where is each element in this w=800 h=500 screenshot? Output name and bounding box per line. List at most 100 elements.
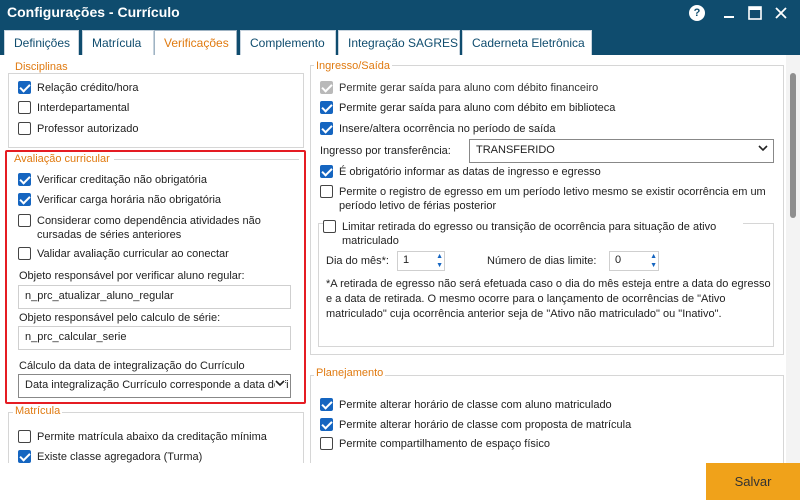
tab-caderneta-eletronica[interactable]: Caderneta Eletrônica bbox=[462, 30, 592, 55]
transferencia-label: Ingresso por transferência: bbox=[320, 145, 451, 157]
permite-matricula-abaixo-checkbox[interactable]: Permite matrícula abaixo da creditação m… bbox=[18, 430, 267, 444]
checkbox-label: Considerar como dependência atividades n… bbox=[37, 215, 261, 241]
limitar-note: *A retirada de egresso não será efetuada… bbox=[326, 278, 771, 320]
professor-autorizado-checkbox[interactable]: Professor autorizado bbox=[18, 122, 139, 136]
avaliacao-title: Avaliação curricular bbox=[14, 153, 110, 165]
dias-limite-label: Número de dias limite: bbox=[487, 255, 597, 267]
spinner-arrows-icon[interactable]: ▲ ▼ bbox=[650, 252, 657, 270]
obj-serie-label: Objeto responsável pelo calculo de série… bbox=[19, 312, 221, 324]
checkbox-label: Permite gerar saída para aluno com débit… bbox=[339, 102, 616, 114]
checkbox-box[interactable] bbox=[18, 101, 31, 114]
calc-integralizacao-label: Cálculo da data de integralização do Cur… bbox=[19, 360, 245, 372]
save-button[interactable]: Salvar bbox=[706, 463, 800, 500]
checkbox-label: Permite matrícula abaixo da creditação m… bbox=[37, 431, 267, 443]
dia-mes-spinner[interactable]: 1 ▲ ▼ bbox=[397, 251, 445, 271]
checkbox-box[interactable] bbox=[18, 193, 31, 206]
checkbox-label: Relação crédito/hora bbox=[37, 82, 139, 94]
checkbox-box[interactable] bbox=[320, 165, 333, 178]
planejamento-title: Planejamento bbox=[314, 367, 386, 379]
considerar-dependencia-checkbox[interactable]: Considerar como dependência atividades n… bbox=[18, 214, 278, 242]
checkbox-label: Permite compartilhamento de espaço físic… bbox=[339, 438, 550, 450]
tab-integracao-sagres[interactable]: Integração SAGRES bbox=[338, 30, 460, 55]
checkbox-label: Permite alterar horário de classe com al… bbox=[339, 399, 612, 411]
checkbox-box[interactable] bbox=[320, 437, 333, 450]
checkbox-box[interactable] bbox=[320, 398, 333, 411]
checkbox-label: É obrigatório informar as datas de ingre… bbox=[339, 166, 601, 178]
calc-integralizacao-select[interactable]: Data integralização Currículo correspond… bbox=[18, 374, 291, 398]
footer-bar bbox=[0, 463, 800, 500]
checkbox-box[interactable] bbox=[18, 173, 31, 186]
minimize-button[interactable] bbox=[720, 4, 738, 22]
checkbox-box[interactable] bbox=[18, 450, 31, 463]
checkbox-label: Limitar retirada do egresso ou transição… bbox=[342, 221, 717, 247]
tab-matricula[interactable]: Matrícula bbox=[82, 30, 154, 55]
alterar-horario-matriculado-checkbox[interactable]: Permite alterar horário de classe com al… bbox=[320, 398, 612, 412]
vertical-scrollbar[interactable] bbox=[786, 55, 800, 463]
help-icon: ? bbox=[689, 5, 705, 21]
scrollbar-thumb[interactable] bbox=[790, 73, 796, 218]
obrigatorio-datas-checkbox[interactable]: É obrigatório informar as datas de ingre… bbox=[320, 165, 601, 179]
maximize-icon bbox=[748, 6, 762, 20]
spinner-arrows-icon[interactable]: ▲ ▼ bbox=[436, 252, 443, 270]
registro-egresso-checkbox[interactable]: Permite o registro de egresso em um perí… bbox=[320, 185, 775, 213]
obj-serie-input[interactable]: n_prc_calcular_serie bbox=[18, 326, 291, 350]
disciplinas-title: Disciplinas bbox=[13, 61, 70, 73]
spinner-value: 0 bbox=[615, 254, 622, 266]
checkbox-box[interactable] bbox=[18, 430, 31, 443]
spinner-value: 1 bbox=[403, 254, 410, 266]
tab-complemento[interactable]: Complemento bbox=[240, 30, 336, 55]
checkbox-box[interactable] bbox=[18, 81, 31, 94]
verificar-carga-horaria-checkbox[interactable]: Verificar carga horária não obrigatória bbox=[18, 193, 221, 207]
checkbox-label: Permite o registro de egresso em um perí… bbox=[339, 186, 766, 212]
checkbox-box[interactable] bbox=[323, 220, 336, 233]
checkbox-label: Insere/altera ocorrência no período de s… bbox=[339, 123, 556, 135]
insere-ocorrencia-checkbox[interactable]: Insere/altera ocorrência no período de s… bbox=[320, 122, 555, 136]
matricula-title: Matrícula bbox=[13, 405, 63, 417]
minimize-icon bbox=[724, 16, 734, 18]
existe-classe-agregadora-checkbox[interactable]: Existe classe agregadora (Turma) bbox=[18, 450, 202, 464]
title-bar: Configurações - Currículo ? bbox=[0, 0, 800, 26]
window-title: Configurações - Currículo bbox=[7, 4, 180, 20]
checkbox-label: Verificar creditação não obrigatória bbox=[37, 174, 207, 186]
maximize-button[interactable] bbox=[746, 4, 764, 22]
relacao-credito-hora-checkbox[interactable]: Relação crédito/hora bbox=[18, 81, 139, 95]
checkbox-box[interactable] bbox=[320, 185, 333, 198]
limitar-retirada-checkbox[interactable]: Limitar retirada do egresso ou transição… bbox=[323, 220, 743, 248]
checkbox-box[interactable] bbox=[18, 122, 31, 135]
checkbox-box[interactable] bbox=[320, 101, 333, 114]
checkbox-label: Verificar carga horária não obrigatória bbox=[37, 194, 222, 206]
checkbox-box[interactable] bbox=[320, 81, 333, 94]
checkbox-label: Validar avaliação curricular ao conectar bbox=[37, 248, 229, 260]
checkbox-box[interactable] bbox=[18, 214, 31, 227]
validar-avaliacao-checkbox[interactable]: Validar avaliação curricular ao conectar bbox=[18, 247, 229, 261]
tab-definicoes[interactable]: Definições bbox=[4, 30, 79, 55]
chevron-down-icon bbox=[275, 378, 285, 391]
checkbox-label: Permite gerar saída para aluno com débit… bbox=[339, 82, 599, 94]
debito-biblioteca-checkbox[interactable]: Permite gerar saída para aluno com débit… bbox=[320, 101, 615, 115]
checkbox-label: Professor autorizado bbox=[37, 123, 139, 135]
checkbox-label: Permite alterar horário de classe com pr… bbox=[339, 419, 632, 431]
checkbox-label: Interdepartamental bbox=[37, 102, 130, 114]
debito-financeiro-checkbox[interactable]: Permite gerar saída para aluno com débit… bbox=[320, 81, 598, 95]
obj-regular-input[interactable]: n_prc_atualizar_aluno_regular bbox=[18, 285, 291, 309]
tab-verificacoes[interactable]: Verificações bbox=[154, 30, 237, 55]
select-value: TRANSFERIDO bbox=[476, 144, 555, 156]
content-area: Disciplinas Relação crédito/hora Interde… bbox=[0, 55, 800, 500]
avaliacao-divider bbox=[114, 159, 299, 160]
checkbox-box[interactable] bbox=[18, 247, 31, 260]
close-icon bbox=[775, 7, 787, 19]
select-value: Data integralização Currículo correspond… bbox=[25, 379, 289, 391]
transferencia-select[interactable]: TRANSFERIDO bbox=[469, 139, 774, 163]
close-button[interactable] bbox=[772, 4, 790, 22]
dias-limite-spinner[interactable]: 0 ▲ ▼ bbox=[609, 251, 659, 271]
alterar-horario-proposta-checkbox[interactable]: Permite alterar horário de classe com pr… bbox=[320, 418, 631, 432]
interdepartamental-checkbox[interactable]: Interdepartamental bbox=[18, 101, 129, 115]
checkbox-box[interactable] bbox=[320, 122, 333, 135]
verificar-creditacao-checkbox[interactable]: Verificar creditação não obrigatória bbox=[18, 173, 207, 187]
obj-regular-label: Objeto responsável por verificar aluno r… bbox=[19, 270, 245, 282]
compartilhamento-espaco-checkbox[interactable]: Permite compartilhamento de espaço físic… bbox=[320, 437, 550, 451]
tab-bar: Definições Matrícula Verificações Comple… bbox=[0, 26, 800, 55]
help-button[interactable]: ? bbox=[688, 4, 706, 22]
checkbox-box[interactable] bbox=[320, 418, 333, 431]
checkbox-label: Existe classe agregadora (Turma) bbox=[37, 451, 203, 463]
